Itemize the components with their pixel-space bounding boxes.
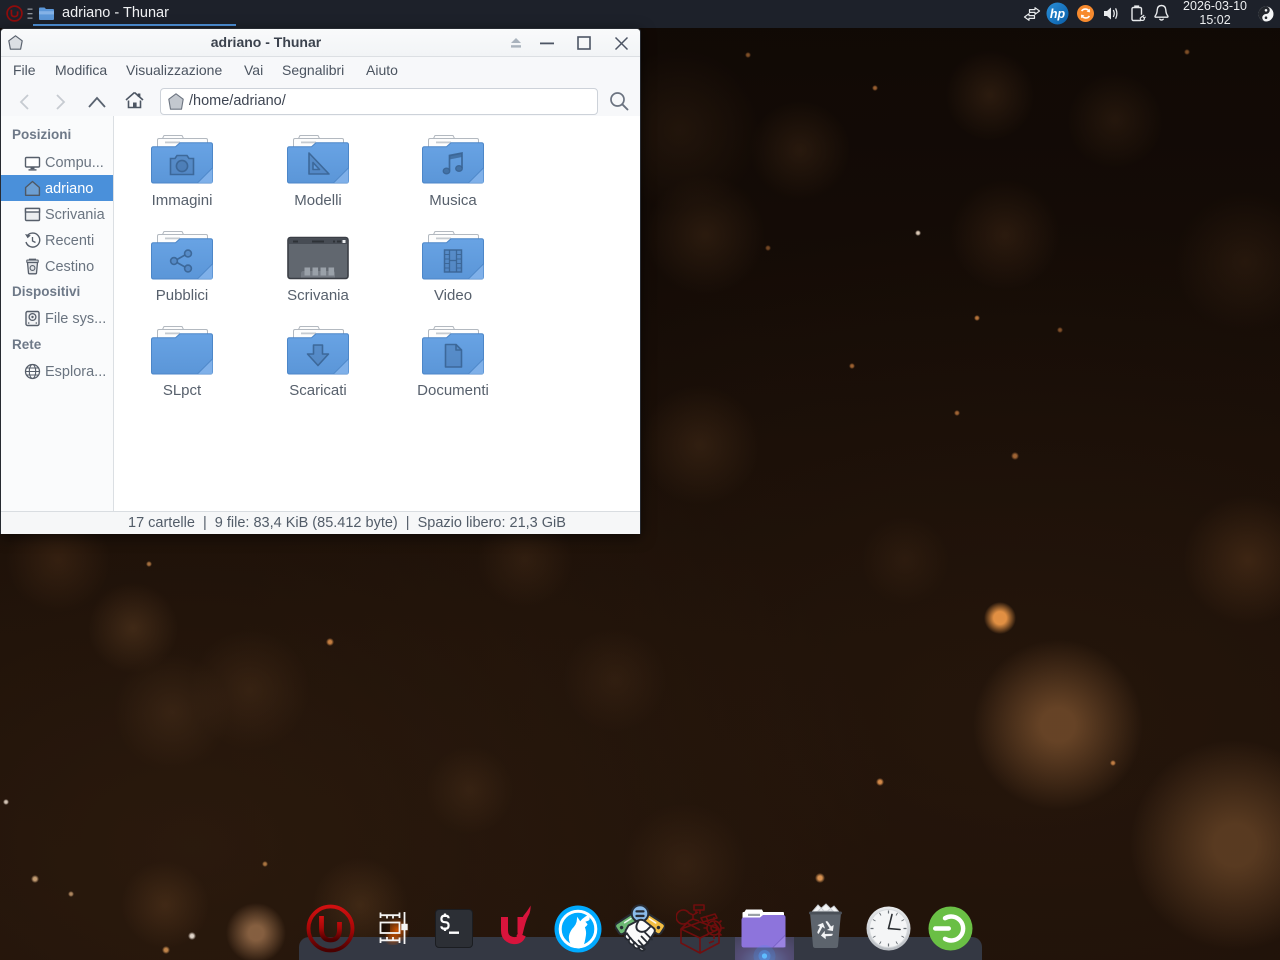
- svg-text:hp: hp: [1050, 7, 1066, 21]
